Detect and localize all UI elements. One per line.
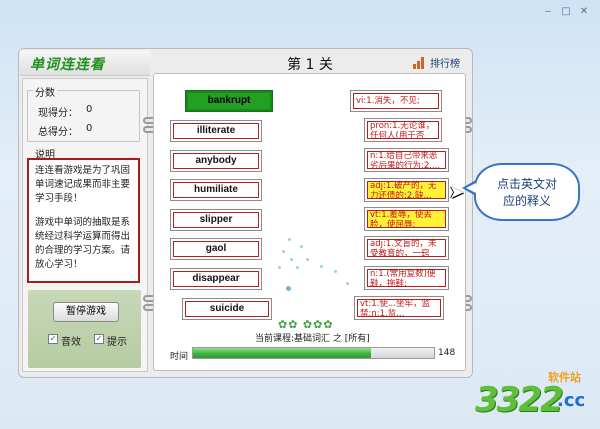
description-box: 连连看游戏是为了巩固单词速记成果而非主要学习手段！ 游戏中单词的抽取是系统经过科… bbox=[27, 158, 140, 283]
bubble-line-2: 应的释义 bbox=[502, 194, 551, 208]
watermark-logo: 3322 bbox=[475, 380, 564, 420]
app-title: 单词连连看 bbox=[30, 57, 105, 73]
sound-label: 音效 bbox=[61, 337, 81, 348]
pause-game-button[interactable]: 暂停游戏 bbox=[53, 302, 119, 322]
word-card[interactable]: bankrupt bbox=[185, 90, 273, 112]
flower-decoration: ✿✿ ✿✿✿ bbox=[278, 318, 334, 331]
definition-card[interactable]: vi:1.消失，不见; bbox=[350, 90, 442, 112]
word-card[interactable]: disappear bbox=[170, 268, 262, 290]
leaderboard-label: 排行榜 bbox=[430, 59, 460, 70]
word-card[interactable]: gaol bbox=[170, 238, 262, 260]
word-card[interactable]: slipper bbox=[170, 209, 262, 231]
description-para-1: 连连看游戏是为了巩固单词速记成果而非主要学习手段！ bbox=[35, 165, 131, 204]
definition-card[interactable]: vt:1.使...坐牢，监禁;n:1.监... bbox=[354, 296, 444, 320]
definition-card[interactable]: pron:1.无论谁，任何人(用于否定... bbox=[364, 118, 442, 142]
current-score-label: 现得分： bbox=[38, 108, 78, 119]
leaderboard-button[interactable]: 排行榜 bbox=[413, 55, 460, 70]
definition-card-highlighted[interactable]: adj:1.破产的，无力还债的;2.缺... bbox=[364, 178, 449, 202]
level-title: 第 1 关 bbox=[287, 57, 333, 73]
definition-card-highlighted[interactable]: vt:1.羞辱，使丢脸，使屈辱; bbox=[364, 207, 449, 231]
definition-card[interactable]: n:1.给自己带来恶劣后果的行为;2.... bbox=[364, 148, 449, 172]
bubble-line-1: 点击英文对 bbox=[496, 177, 557, 191]
window-controls: ‒ □ ✕ bbox=[540, 6, 592, 20]
time-label: 时间 bbox=[170, 352, 189, 362]
bubble-tail-inner bbox=[466, 183, 476, 193]
total-score-value: 0 bbox=[86, 123, 93, 134]
hint-label: 提示 bbox=[107, 337, 127, 348]
word-card[interactable]: suicide bbox=[182, 298, 272, 320]
current-score-value: 0 bbox=[86, 104, 93, 115]
description-para-2: 游戏中单词的抽取是系统经过科学运算而得出的合理的学习方案。请放心学习！ bbox=[35, 217, 131, 270]
definition-card[interactable]: adj:1.文盲的，未受教育的，一窍不... bbox=[364, 236, 449, 260]
bar-chart-icon bbox=[413, 56, 427, 69]
word-card[interactable]: humiliate bbox=[170, 179, 262, 201]
word-card[interactable]: anybody bbox=[170, 150, 262, 172]
time-progress-bar bbox=[192, 347, 435, 359]
hint-checkbox[interactable]: ✓ bbox=[94, 334, 104, 344]
word-card[interactable]: illiterate bbox=[170, 120, 262, 142]
time-progress-fill bbox=[193, 348, 372, 358]
minimize-button[interactable]: ‒ bbox=[540, 6, 556, 20]
mouse-pointer-icon: ➤ bbox=[449, 182, 465, 203]
current-course: 当前课程:基础词汇 之 [所有] bbox=[255, 334, 370, 344]
time-value: 148 bbox=[438, 348, 456, 358]
hint-bubble: 点击英文对 应的释义 bbox=[474, 163, 580, 221]
sound-checkbox[interactable]: ✓ bbox=[48, 334, 58, 344]
watermark-domain: .cc bbox=[557, 390, 586, 411]
close-button[interactable]: ✕ bbox=[576, 6, 592, 20]
total-score-label: 总得分： bbox=[38, 127, 78, 138]
score-group-title: 分数 bbox=[33, 84, 57, 99]
definition-card[interactable]: n:1.(常用复数)便鞋，拖鞋; bbox=[364, 266, 449, 290]
maximize-button[interactable]: □ bbox=[558, 6, 574, 20]
